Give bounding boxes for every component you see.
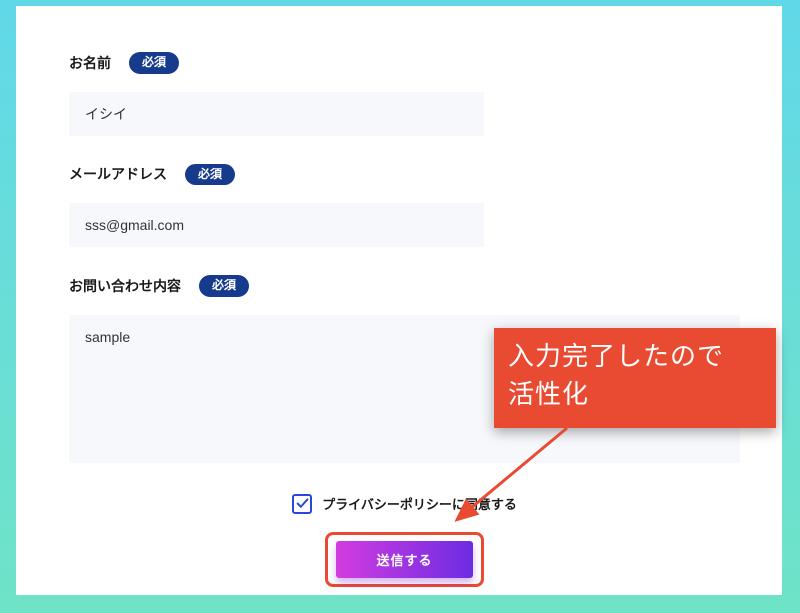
required-badge: 必須 bbox=[199, 275, 249, 297]
privacy-checkbox[interactable] bbox=[292, 494, 312, 514]
form-card: お名前 必須 メールアドレス 必須 お問い合わせ内容 必須 プライバシーポリシー… bbox=[16, 6, 782, 595]
callout-line1: 入力完了したので bbox=[508, 338, 762, 376]
email-label-row: メールアドレス 必須 bbox=[69, 164, 740, 186]
field-name: お名前 必須 bbox=[69, 52, 740, 136]
callout-line2: 活性化 bbox=[508, 376, 762, 414]
name-label-row: お名前 必須 bbox=[69, 52, 740, 74]
privacy-row: プライバシーポリシーに同意する bbox=[69, 494, 740, 514]
annotation-callout: 入力完了したので 活性化 bbox=[494, 328, 776, 428]
name-input[interactable] bbox=[69, 92, 484, 136]
inquiry-label: お問い合わせ内容 bbox=[69, 276, 181, 296]
annotation-highlight-box: 送信する bbox=[325, 532, 483, 587]
privacy-label: プライバシーポリシーに同意する bbox=[322, 494, 517, 513]
check-icon bbox=[296, 497, 309, 510]
inquiry-label-row: お問い合わせ内容 必須 bbox=[69, 275, 740, 297]
required-badge: 必須 bbox=[185, 164, 235, 186]
submit-row: 送信する bbox=[69, 532, 740, 587]
email-input[interactable] bbox=[69, 203, 484, 247]
email-label: メールアドレス bbox=[69, 164, 167, 184]
name-label: お名前 bbox=[69, 53, 111, 73]
submit-button[interactable]: 送信する bbox=[336, 541, 472, 578]
field-email: メールアドレス 必須 bbox=[69, 164, 740, 248]
required-badge: 必須 bbox=[129, 52, 179, 74]
